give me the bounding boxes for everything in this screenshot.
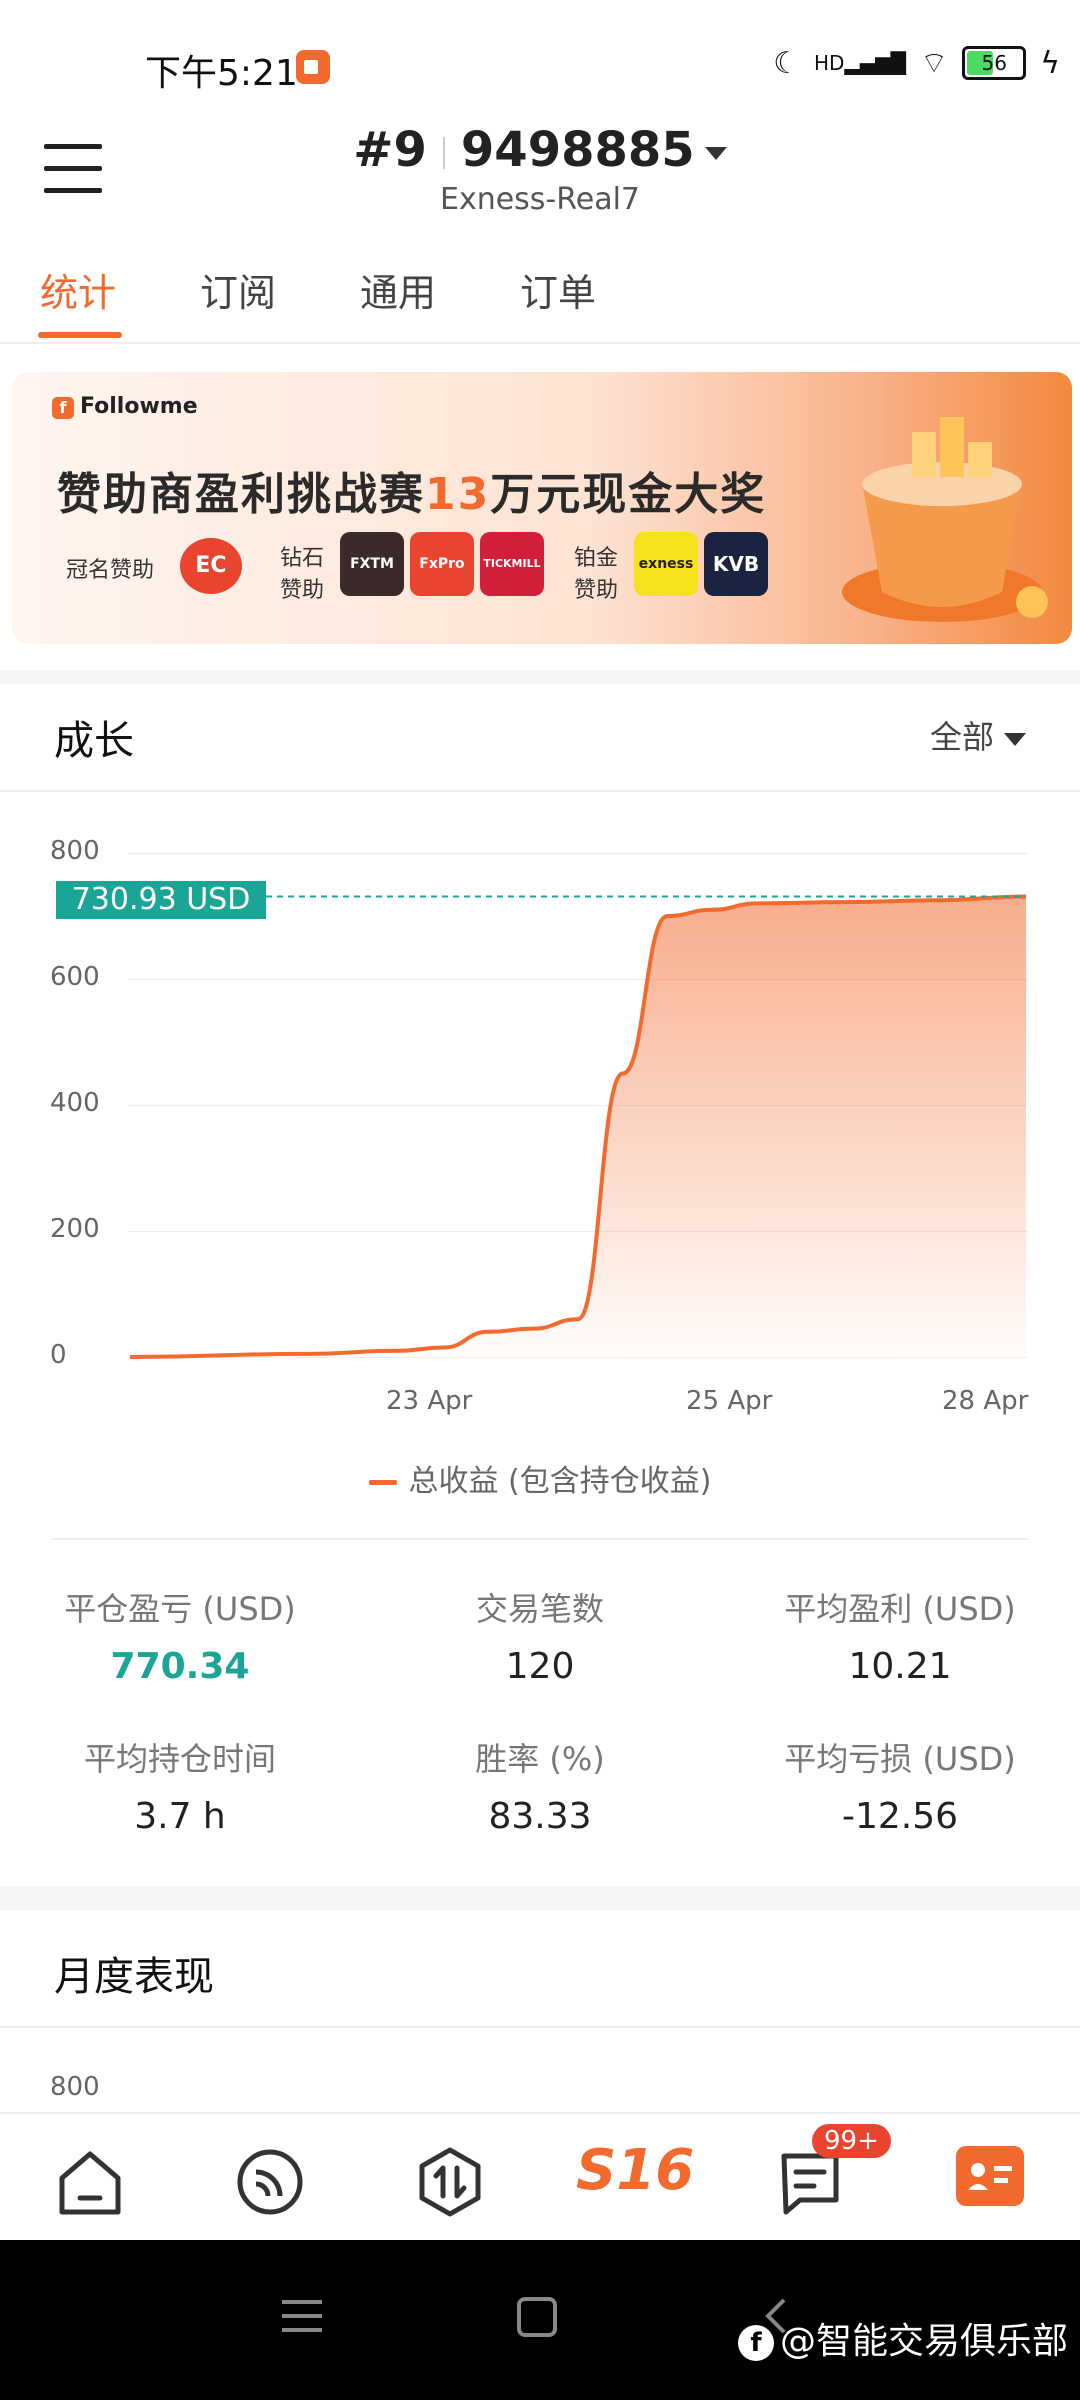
stat-label-avg-hold-time: 平均持仓时间 [83, 1740, 276, 1778]
weibo-logo-icon: f [737, 2325, 774, 2361]
growth-chart [129, 894, 1027, 1359]
x-tick: 28 Apr [942, 1386, 1029, 1416]
y-tick: 800 [50, 2072, 100, 2102]
stat-label-avg-loss: 平均亏损 (USD) [784, 1740, 1016, 1778]
section-divider [0, 2026, 1080, 2028]
profile-icon[interactable] [956, 2146, 1024, 2206]
s16-competition-button[interactable]: S16 [576, 2138, 694, 2203]
stat-value-win-rate: 83.33 [488, 1796, 592, 1837]
legend-swatch [368, 1480, 397, 1485]
growth-area [130, 896, 1026, 1357]
stat-value-avg-hold-time: 3.7 h [134, 1796, 226, 1837]
monthly-performance-title: 月度表现 [54, 1954, 214, 2000]
stat-label-trade-count: 交易笔数 [475, 1590, 604, 1628]
stat-label-win-rate: 胜率 (%) [475, 1740, 605, 1778]
feed-icon[interactable] [230, 2142, 310, 2222]
stat-value-avg-profit: 10.21 [848, 1646, 952, 1687]
recents-icon[interactable] [280, 2296, 324, 2336]
legend-label: 总收益 (包含持仓收益) [408, 1464, 712, 1499]
bottom-nav [0, 2112, 1080, 2242]
chart-legend: 总收益 (包含持仓收益) [0, 1456, 1080, 1500]
home-icon[interactable] [50, 2142, 130, 2222]
message-badge: 99+ [812, 2124, 891, 2158]
stat-value-trade-count: 120 [505, 1646, 575, 1687]
section-divider [0, 1886, 1080, 1910]
x-tick: 23 Apr [386, 1386, 473, 1416]
current-value-tag: 730.93 USD [56, 881, 266, 919]
home-nav-icon[interactable] [516, 2296, 558, 2338]
watermark-text: @智能交易俱乐部 [779, 2321, 1068, 2362]
x-tick: 25 Apr [686, 1386, 773, 1416]
stat-label-avg-profit: 平均盈利 (USD) [784, 1590, 1016, 1628]
stat-label-closed-pnl: 平仓盈亏 (USD) [64, 1590, 296, 1628]
trade-icon[interactable] [410, 2142, 490, 2222]
stat-value-closed-pnl: 770.34 [110, 1646, 250, 1687]
watermark: f @智能交易俱乐部 [737, 2312, 1068, 2364]
section-divider [52, 1538, 1028, 1540]
stat-value-avg-loss: -12.56 [841, 1796, 959, 1837]
